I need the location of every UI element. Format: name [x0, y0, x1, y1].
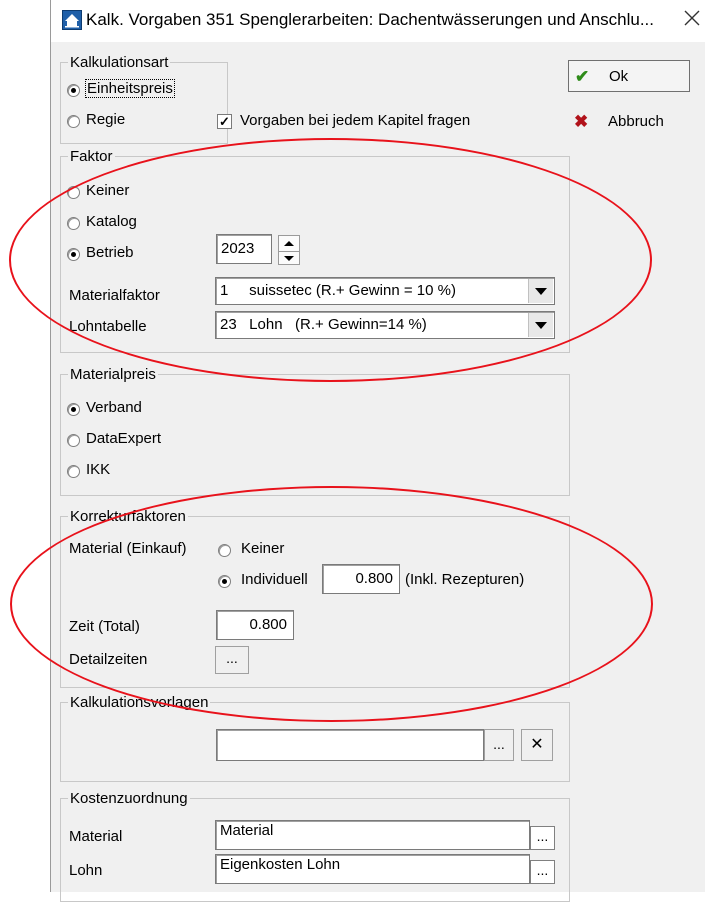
lohntabelle-label: Lohntabelle: [69, 318, 147, 335]
radio-verband[interactable]: [67, 403, 80, 416]
kalkulationsvorlage-input[interactable]: [216, 729, 484, 761]
materialpreis-legend: Materialpreis: [70, 366, 156, 383]
materialfaktor-select[interactable]: 1 suissetec (R.+ Gewinn = 10 %): [215, 277, 555, 305]
radio-dataexpert-label[interactable]: DataExpert: [86, 430, 161, 447]
kostenzuordnung-legend: Kostenzuordnung: [70, 790, 188, 807]
radio-regie[interactable]: [67, 115, 80, 128]
cancel-button[interactable]: ✖ Abbruch: [568, 106, 690, 138]
kosten-material-label: Material: [69, 828, 123, 845]
radio-korrektur-individuell[interactable]: [218, 575, 231, 588]
rezepturen-note: (Inkl. Rezepturen): [405, 571, 525, 588]
radio-korrektur-individuell-label[interactable]: Individuell: [241, 571, 308, 588]
kosten-material-input[interactable]: Material: [215, 820, 530, 850]
kosten-lohn-browse-button[interactable]: ...: [530, 860, 555, 884]
vorgaben-checkbox-label[interactable]: Vorgaben bei jedem Kapitel fragen: [240, 112, 470, 129]
clear-icon: ✕: [530, 736, 544, 753]
vorgaben-checkbox[interactable]: ✓: [217, 114, 232, 129]
chevron-down-icon[interactable]: [528, 313, 553, 337]
app-logo-icon: [62, 10, 82, 30]
red-x-icon: ✖: [574, 112, 589, 131]
year-spinner[interactable]: [278, 235, 300, 265]
radio-faktor-betrieb-label[interactable]: Betrieb: [86, 244, 134, 261]
lohntabelle-value: 23 Lohn (R.+ Gewinn=14 %): [220, 316, 427, 333]
radio-faktor-keiner-label[interactable]: Keiner: [86, 182, 129, 199]
detailzeiten-button[interactable]: ...: [215, 646, 249, 674]
kalkulationsvorlagen-legend: Kalkulationsvorlagen: [70, 694, 209, 711]
radio-ikk[interactable]: [67, 465, 80, 478]
kosten-lohn-label: Lohn: [69, 862, 103, 879]
radio-einheitspreis-label[interactable]: Einheitspreis: [85, 79, 175, 98]
vorlage-browse-button[interactable]: ...: [484, 729, 514, 761]
kalkulationsart-legend: Kalkulationsart: [70, 54, 169, 71]
vorlage-clear-button[interactable]: ✕: [521, 729, 553, 761]
korrekturfaktoren-legend: Korrekturfaktoren: [70, 508, 186, 525]
materialfaktor-value: 1 suissetec (R.+ Gewinn = 10 %): [220, 282, 456, 299]
radio-faktor-betrieb[interactable]: [67, 248, 80, 261]
spin-up-icon[interactable]: [279, 236, 299, 250]
year-input[interactable]: 2023: [216, 234, 272, 264]
materialfaktor-label: Materialfaktor: [69, 287, 160, 304]
radio-dataexpert[interactable]: [67, 434, 80, 447]
chevron-down-icon[interactable]: [528, 279, 553, 303]
radio-faktor-keiner[interactable]: [67, 186, 80, 199]
kosten-material-browse-button[interactable]: ...: [530, 826, 555, 850]
window-title: Kalk. Vorgaben 351 Spenglerarbeiten: Dac…: [86, 10, 655, 29]
kalkulationsart-group: Kalkulationsart: [60, 54, 228, 144]
zeit-total-label: Zeit (Total): [69, 618, 140, 635]
radio-korrektur-keiner[interactable]: [218, 544, 231, 557]
material-einkauf-label: Material (Einkauf): [69, 540, 187, 557]
radio-ikk-label[interactable]: IKK: [86, 461, 110, 478]
ok-button-label: Ok: [609, 68, 629, 85]
spin-down-icon[interactable]: [279, 251, 299, 266]
faktor-legend: Faktor: [70, 148, 113, 165]
close-icon[interactable]: [680, 6, 704, 34]
ok-button[interactable]: ✔ Ok: [568, 60, 690, 92]
zeit-total-input[interactable]: 0.800: [216, 610, 294, 640]
radio-faktor-katalog-label[interactable]: Katalog: [86, 213, 137, 230]
cancel-button-label: Abbruch: [608, 113, 664, 130]
radio-einheitspreis[interactable]: [67, 84, 80, 97]
material-factor-input[interactable]: 0.800: [322, 564, 400, 594]
radio-korrektur-keiner-label[interactable]: Keiner: [241, 540, 284, 557]
lohntabelle-select[interactable]: 23 Lohn (R.+ Gewinn=14 %): [215, 311, 555, 339]
kosten-lohn-input[interactable]: Eigenkosten Lohn: [215, 854, 530, 884]
radio-faktor-katalog[interactable]: [67, 217, 80, 230]
radio-regie-label[interactable]: Regie: [86, 111, 125, 128]
checkmark-icon: ✔: [575, 67, 590, 86]
radio-verband-label[interactable]: Verband: [86, 399, 142, 416]
detailzeiten-label: Detailzeiten: [69, 651, 148, 668]
